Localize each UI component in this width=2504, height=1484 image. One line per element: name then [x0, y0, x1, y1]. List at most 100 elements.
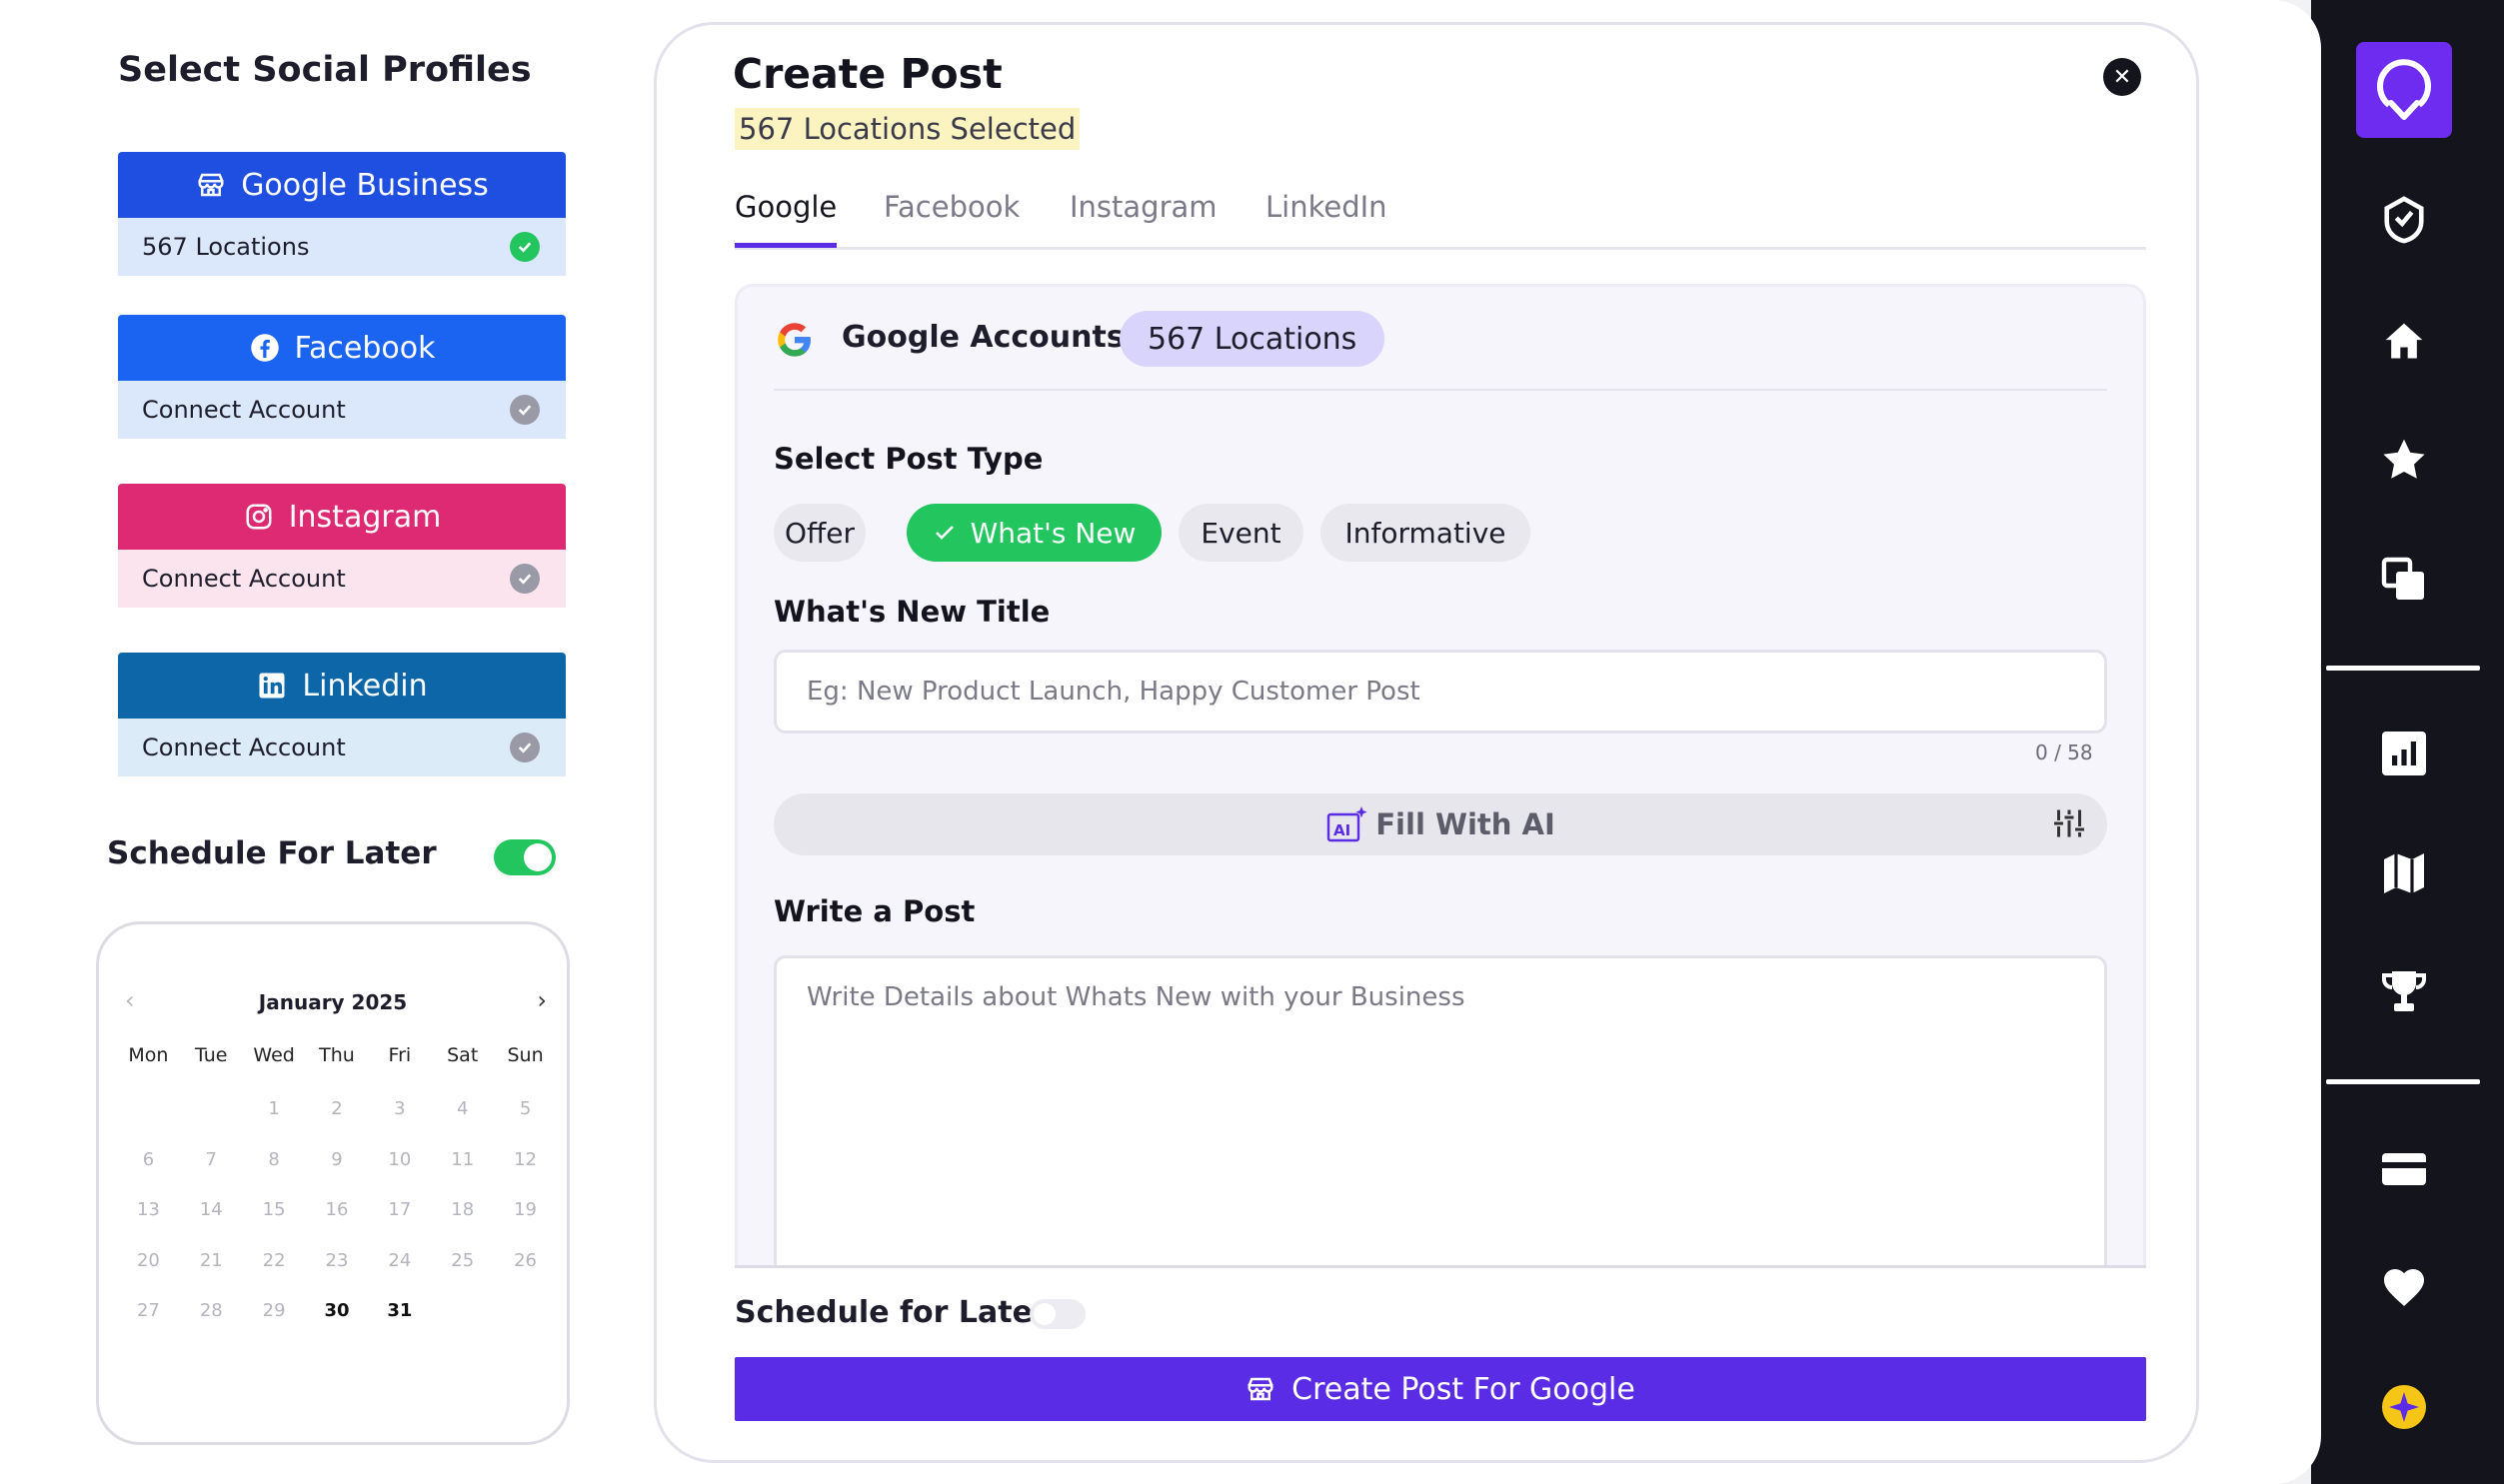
calendar: ‹ January 2025 › Mon Tue Wed Thu Fri Sat Sun 1 2… — [96, 921, 570, 1445]
profile-header[interactable]: Linkedin — [118, 653, 566, 719]
calendar-day: 10 — [388, 1148, 412, 1170]
tab-linkedin[interactable]: LinkedIn — [1265, 190, 1387, 248]
profile-facebook[interactable]: Facebook Connect Account — [118, 315, 566, 439]
location-pin-logo-icon — [2377, 59, 2431, 120]
calendar-weekday: Tue — [195, 1044, 228, 1066]
calendar-weekday: Sat — [447, 1044, 479, 1066]
post-type-event[interactable]: Event — [1179, 504, 1303, 562]
close-button[interactable]: ✕ — [2103, 58, 2141, 96]
trophy-icon[interactable] — [2380, 967, 2428, 1015]
storefront-icon — [195, 169, 227, 201]
calendar-day[interactable]: 30 — [306, 1300, 369, 1351]
bar-chart-icon[interactable] — [2380, 730, 2428, 777]
profile-header[interactable]: Google Business — [118, 152, 566, 218]
calendar-weekday: Sun — [507, 1044, 544, 1066]
copy-icon[interactable] — [2380, 556, 2428, 604]
fill-with-ai-button[interactable]: AI Fill With AI — [774, 793, 2107, 855]
profile-header[interactable]: Instagram — [118, 484, 566, 550]
heart-icon[interactable] — [2380, 1263, 2428, 1311]
close-icon: ✕ — [2112, 64, 2132, 90]
facebook-icon — [249, 332, 281, 364]
calendar-day: 13 — [136, 1199, 160, 1220]
calendar-day: 14 — [199, 1199, 223, 1220]
calendar-day: 4 — [456, 1098, 469, 1119]
home-icon[interactable] — [2380, 318, 2428, 366]
calendar-day: 23 — [325, 1249, 349, 1271]
sliders-icon[interactable] — [2051, 805, 2087, 841]
calendar-month: January 2025 — [258, 990, 408, 1014]
calendar-day: 22 — [262, 1249, 286, 1271]
profile-google-business[interactable]: Google Business 567 Locations — [118, 152, 566, 276]
profile-status-row[interactable]: Connect Account — [118, 550, 566, 608]
post-type-informative[interactable]: Informative — [1320, 504, 1530, 562]
calendar-day: 2 — [331, 1098, 343, 1119]
calendar-day: 19 — [514, 1199, 538, 1220]
profile-instagram[interactable]: Instagram Connect Account — [118, 484, 566, 608]
check-circle-icon — [510, 564, 540, 594]
sparkle-icon[interactable] — [2380, 1383, 2428, 1431]
calendar-day: 11 — [451, 1148, 475, 1170]
calendar-day[interactable]: 31 — [368, 1300, 431, 1351]
title-input[interactable]: Eg: New Product Launch, Happy Customer P… — [774, 650, 2107, 734]
select-profiles-title: Select Social Profiles — [118, 50, 532, 90]
map-icon[interactable] — [2380, 849, 2428, 897]
calendar-day: 21 — [199, 1249, 223, 1271]
chip-label: What's New — [970, 516, 1137, 550]
calendar-day: 18 — [451, 1199, 475, 1220]
schedule-toggle[interactable] — [1030, 1299, 1086, 1329]
calendar-day: 24 — [388, 1249, 412, 1271]
post-type-whats-new[interactable]: What's New — [907, 504, 1162, 562]
linkedin-icon — [256, 670, 288, 702]
locations-selected-badge: 567 Locations Selected — [735, 108, 1081, 150]
profile-status-row[interactable]: Connect Account — [118, 719, 566, 776]
calendar-day: 27 — [136, 1300, 160, 1321]
divider — [735, 1265, 2146, 1268]
create-post-button[interactable]: Create Post For Google — [735, 1357, 2146, 1421]
calendar-grid: Mon Tue Wed Thu Fri Sat Sun 1 2 3 4 5 6 7 8 9 10 11 12 13 14… — [117, 1044, 557, 1351]
profile-status: Connect Account — [142, 565, 346, 593]
calendar-day: 3 — [394, 1098, 406, 1119]
check-circle-icon — [510, 232, 540, 262]
post-body-textarea[interactable]: Write Details about Whats New with your … — [774, 955, 2107, 1268]
platform-tabs: Google Facebook Instagram LinkedIn — [735, 190, 2146, 250]
calendar-empty-cell — [180, 1098, 243, 1149]
badge-check-icon[interactable] — [2380, 196, 2428, 244]
calendar-weekday: Mon — [128, 1044, 169, 1066]
credit-card-icon[interactable] — [2380, 1145, 2428, 1193]
divider — [774, 389, 2107, 391]
calendar-day: 7 — [205, 1148, 217, 1170]
star-icon[interactable] — [2380, 436, 2428, 484]
locations-pill[interactable]: 567 Locations — [1120, 311, 1385, 367]
profile-status-row[interactable]: Connect Account — [118, 381, 566, 439]
main-panel-edge — [2261, 0, 2321, 1484]
calendar-day: 12 — [514, 1148, 538, 1170]
calendar-weekday: Thu — [319, 1044, 355, 1066]
profile-status: 567 Locations — [142, 233, 310, 261]
profile-header[interactable]: Facebook — [118, 315, 566, 381]
sidebar-separator — [2326, 666, 2480, 671]
tab-facebook[interactable]: Facebook — [884, 190, 1020, 248]
title-char-counter: 0 / 58 — [2035, 741, 2093, 764]
app-logo[interactable] — [2356, 42, 2452, 138]
check-circle-icon — [510, 395, 540, 425]
create-post-label: Create Post For Google — [1291, 1371, 1635, 1407]
schedule-toggle[interactable] — [494, 839, 556, 875]
instagram-icon — [243, 501, 275, 533]
profile-linkedin[interactable]: Linkedin Connect Account — [118, 653, 566, 776]
calendar-day: 16 — [325, 1199, 349, 1220]
post-type-offer[interactable]: Offer — [774, 504, 866, 562]
check-icon — [935, 526, 954, 540]
chevron-right-icon[interactable]: › — [537, 986, 547, 1014]
tab-instagram[interactable]: Instagram — [1070, 190, 1218, 248]
calendar-day: 1 — [268, 1098, 280, 1119]
calendar-day: 28 — [199, 1300, 223, 1321]
calendar-weekday: Fri — [388, 1044, 412, 1066]
calendar-day: 17 — [388, 1199, 412, 1220]
profile-status: Connect Account — [142, 396, 346, 424]
calendar-day: 5 — [519, 1098, 532, 1119]
calendar-day: 15 — [262, 1199, 286, 1220]
write-post-label: Write a Post — [774, 894, 976, 928]
svg-text:AI: AI — [1333, 821, 1350, 839]
tab-google[interactable]: Google — [735, 190, 838, 248]
calendar-day: 25 — [451, 1249, 475, 1271]
